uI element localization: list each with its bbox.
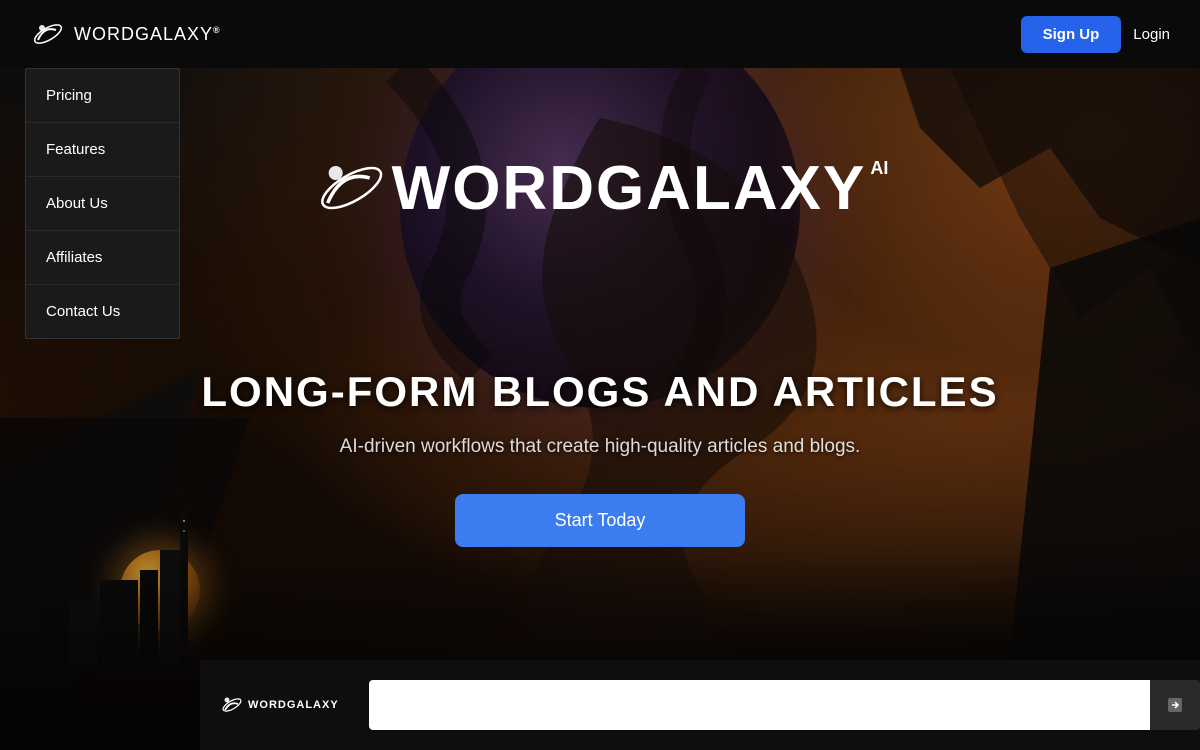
bottom-logo-text: WORDGALAXY [248, 699, 339, 711]
hero-logo-wordgalaxy: WORDGALAXY [392, 153, 867, 224]
navbar: WORDGALAXY® Sign Up Login [0, 0, 1200, 68]
nav-logo[interactable]: WORDGALAXY® [30, 16, 221, 52]
dropdown-item-contact-us[interactable]: Contact Us [26, 285, 179, 338]
dropdown-menu: Pricing Features About Us Affiliates Con… [25, 68, 180, 339]
dropdown-item-features[interactable]: Features [26, 123, 179, 177]
hero-subtitle: AI-driven workflows that create high-qua… [200, 436, 1000, 458]
hero-logo-icon [312, 148, 392, 228]
hero-content: LONG-FORM BLOGS AND ARTICLES AI-driven w… [200, 368, 1000, 547]
bottom-action-button[interactable] [1150, 680, 1200, 730]
dropdown-item-affiliates[interactable]: Affiliates [26, 231, 179, 285]
send-icon [1165, 695, 1185, 715]
hero-title: LONG-FORM BLOGS AND ARTICLES [200, 368, 1000, 416]
signup-button[interactable]: Sign Up [1021, 16, 1122, 53]
bottom-logo-small: WORDGALAXY [220, 693, 339, 717]
nav-logo-icon [30, 16, 66, 52]
dropdown-item-about-us[interactable]: About Us [26, 177, 179, 231]
hero-section: WORDGALAXY AI LONG-FORM BLOGS AND ARTICL… [0, 68, 1200, 750]
art-top-right [700, 68, 1200, 418]
bottom-logo-area: WORDGALAXY [200, 693, 359, 717]
login-button[interactable]: Login [1133, 26, 1170, 43]
hero-logo: WORDGALAXY AI [312, 148, 889, 228]
bottom-strip: WORDGALAXY [200, 660, 1200, 750]
nav-actions: Sign Up Login [1021, 16, 1170, 53]
start-today-button[interactable]: Start Today [455, 494, 746, 547]
nav-logo-text: WORDGALAXY® [74, 24, 221, 45]
bottom-logo-icon [220, 693, 244, 717]
dropdown-item-pricing[interactable]: Pricing [26, 69, 179, 123]
hero-logo-ai: AI [870, 158, 888, 179]
bottom-input-preview [369, 680, 1150, 730]
